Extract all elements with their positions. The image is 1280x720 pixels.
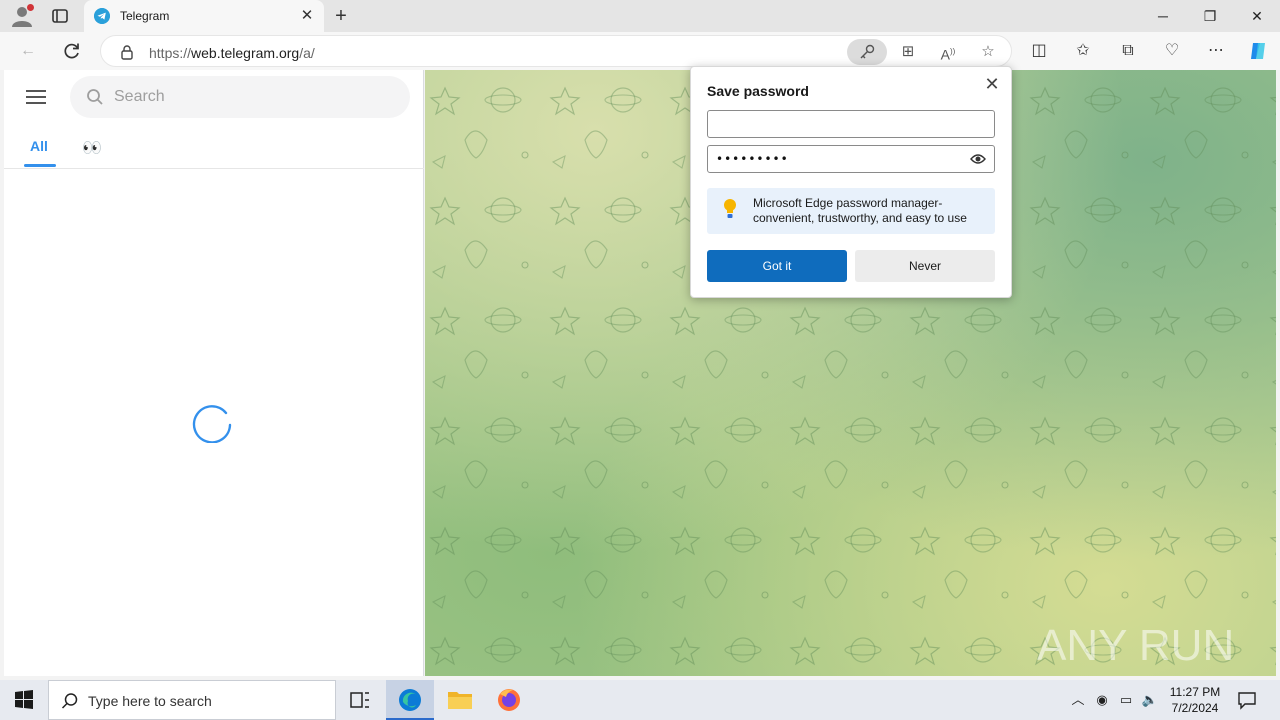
window-close-button[interactable]: ✕ [1234, 0, 1280, 32]
info-banner: Microsoft Edge password manager- conveni… [707, 188, 995, 234]
username-field[interactable] [707, 110, 995, 138]
more-menu-icon[interactable]: ⋯ [1205, 40, 1227, 62]
collections-icon[interactable]: ⧉ [1117, 40, 1139, 62]
file-explorer-icon[interactable] [436, 680, 484, 720]
tab-actions-icon[interactable] [50, 6, 70, 26]
copilot-icon[interactable] [1247, 40, 1269, 62]
clock-time: 11:27 PM [1169, 685, 1221, 699]
never-button[interactable]: Never [855, 250, 995, 282]
windows-start-icon[interactable] [0, 680, 48, 720]
apps-icon[interactable]: ⊞ [897, 41, 919, 63]
telegram-chat-list-panel: Search All 👀 [4, 70, 424, 676]
taskbar-search-input[interactable]: Type here to search [48, 680, 336, 720]
tab-eyes-folder[interactable]: 👀 [82, 138, 102, 158]
address-bar[interactable]: https://web.telegram.org/a/ ⊞ A)) ☆ [100, 35, 1012, 67]
plus-icon[interactable]: + [330, 5, 352, 27]
close-icon[interactable]: ✕ [298, 7, 316, 25]
anyrun-watermark-logo: ANY RUN [1037, 621, 1234, 670]
lock-icon[interactable] [119, 44, 135, 60]
restore-button[interactable]: ❐ [1187, 0, 1233, 32]
split-screen-icon[interactable]: ◫ [1028, 40, 1050, 62]
telegram-search-input[interactable]: Search [70, 76, 410, 118]
meet-now-icon[interactable]: ◉ [1092, 690, 1112, 710]
chevron-up-icon[interactable]: ︿ [1068, 690, 1088, 710]
network-icon[interactable]: ▭ [1116, 690, 1136, 710]
refresh-icon[interactable] [61, 40, 83, 62]
info-text: Microsoft Edge password manager- conveni… [753, 196, 967, 225]
watermark-text: ANY RUN [1037, 621, 1234, 670]
system-clock[interactable]: 11:27 PM 7/2/2024 [1164, 684, 1226, 716]
eye-icon[interactable] [970, 153, 986, 165]
browser-essentials-icon[interactable]: ♡ [1161, 40, 1183, 62]
taskbar-edge-app[interactable] [386, 680, 434, 720]
volume-icon[interactable]: 🔈 [1140, 690, 1160, 710]
tab-all[interactable]: All [30, 138, 48, 154]
favorites-icon[interactable]: ✩ [1072, 40, 1094, 62]
close-icon[interactable]: ✕ [981, 73, 1003, 95]
dialog-title: Save password [707, 83, 809, 99]
tab-telegram[interactable]: Telegram ✕ [84, 0, 324, 32]
firefox-icon[interactable] [485, 680, 533, 720]
back-arrow-icon[interactable]: ← [17, 40, 39, 62]
taskbar-search-placeholder: Type here to search [88, 693, 212, 709]
profile-notification-dot [27, 4, 34, 11]
search-placeholder: Search [114, 88, 165, 105]
browser-tab-bar: Telegram ✕ + ─ ❐ ✕ [0, 0, 1280, 32]
password-field[interactable]: ••••••••• [707, 145, 995, 173]
key-icon [860, 44, 875, 59]
minimize-button[interactable]: ─ [1140, 0, 1186, 32]
favorite-star-icon[interactable]: ☆ [977, 41, 999, 63]
hamburger-menu-icon[interactable] [26, 90, 46, 104]
read-aloud-icon[interactable]: A)) [937, 41, 959, 63]
telegram-favicon-icon [94, 8, 110, 24]
task-view-icon[interactable] [336, 680, 384, 720]
notification-center-icon[interactable] [1236, 690, 1258, 710]
lightbulb-icon [724, 199, 736, 218]
got-it-button[interactable]: Got it [707, 250, 847, 282]
search-icon [61, 693, 78, 709]
password-value: ••••••••• [716, 152, 789, 166]
divider [4, 168, 424, 169]
save-password-dialog: Save password ✕ ••••••••• Microsoft Edge… [690, 66, 1012, 298]
edge-icon [399, 689, 421, 711]
clock-date: 7/2/2024 [1171, 701, 1219, 715]
search-icon [87, 89, 103, 105]
password-key-button[interactable] [847, 39, 887, 65]
loading-spinner-icon [192, 405, 232, 443]
active-tab-indicator [24, 164, 56, 167]
windows-taskbar: Type here to search ︿ ◉ ▭ 🔈 11:27 PM 7/2… [0, 680, 1280, 720]
browser-toolbar: ← https://web.telegram.org/a/ ⊞ A)) ☆ ◫ … [0, 32, 1280, 70]
url-text: https://web.telegram.org/a/ [149, 45, 315, 61]
tab-title: Telegram [120, 9, 170, 23]
